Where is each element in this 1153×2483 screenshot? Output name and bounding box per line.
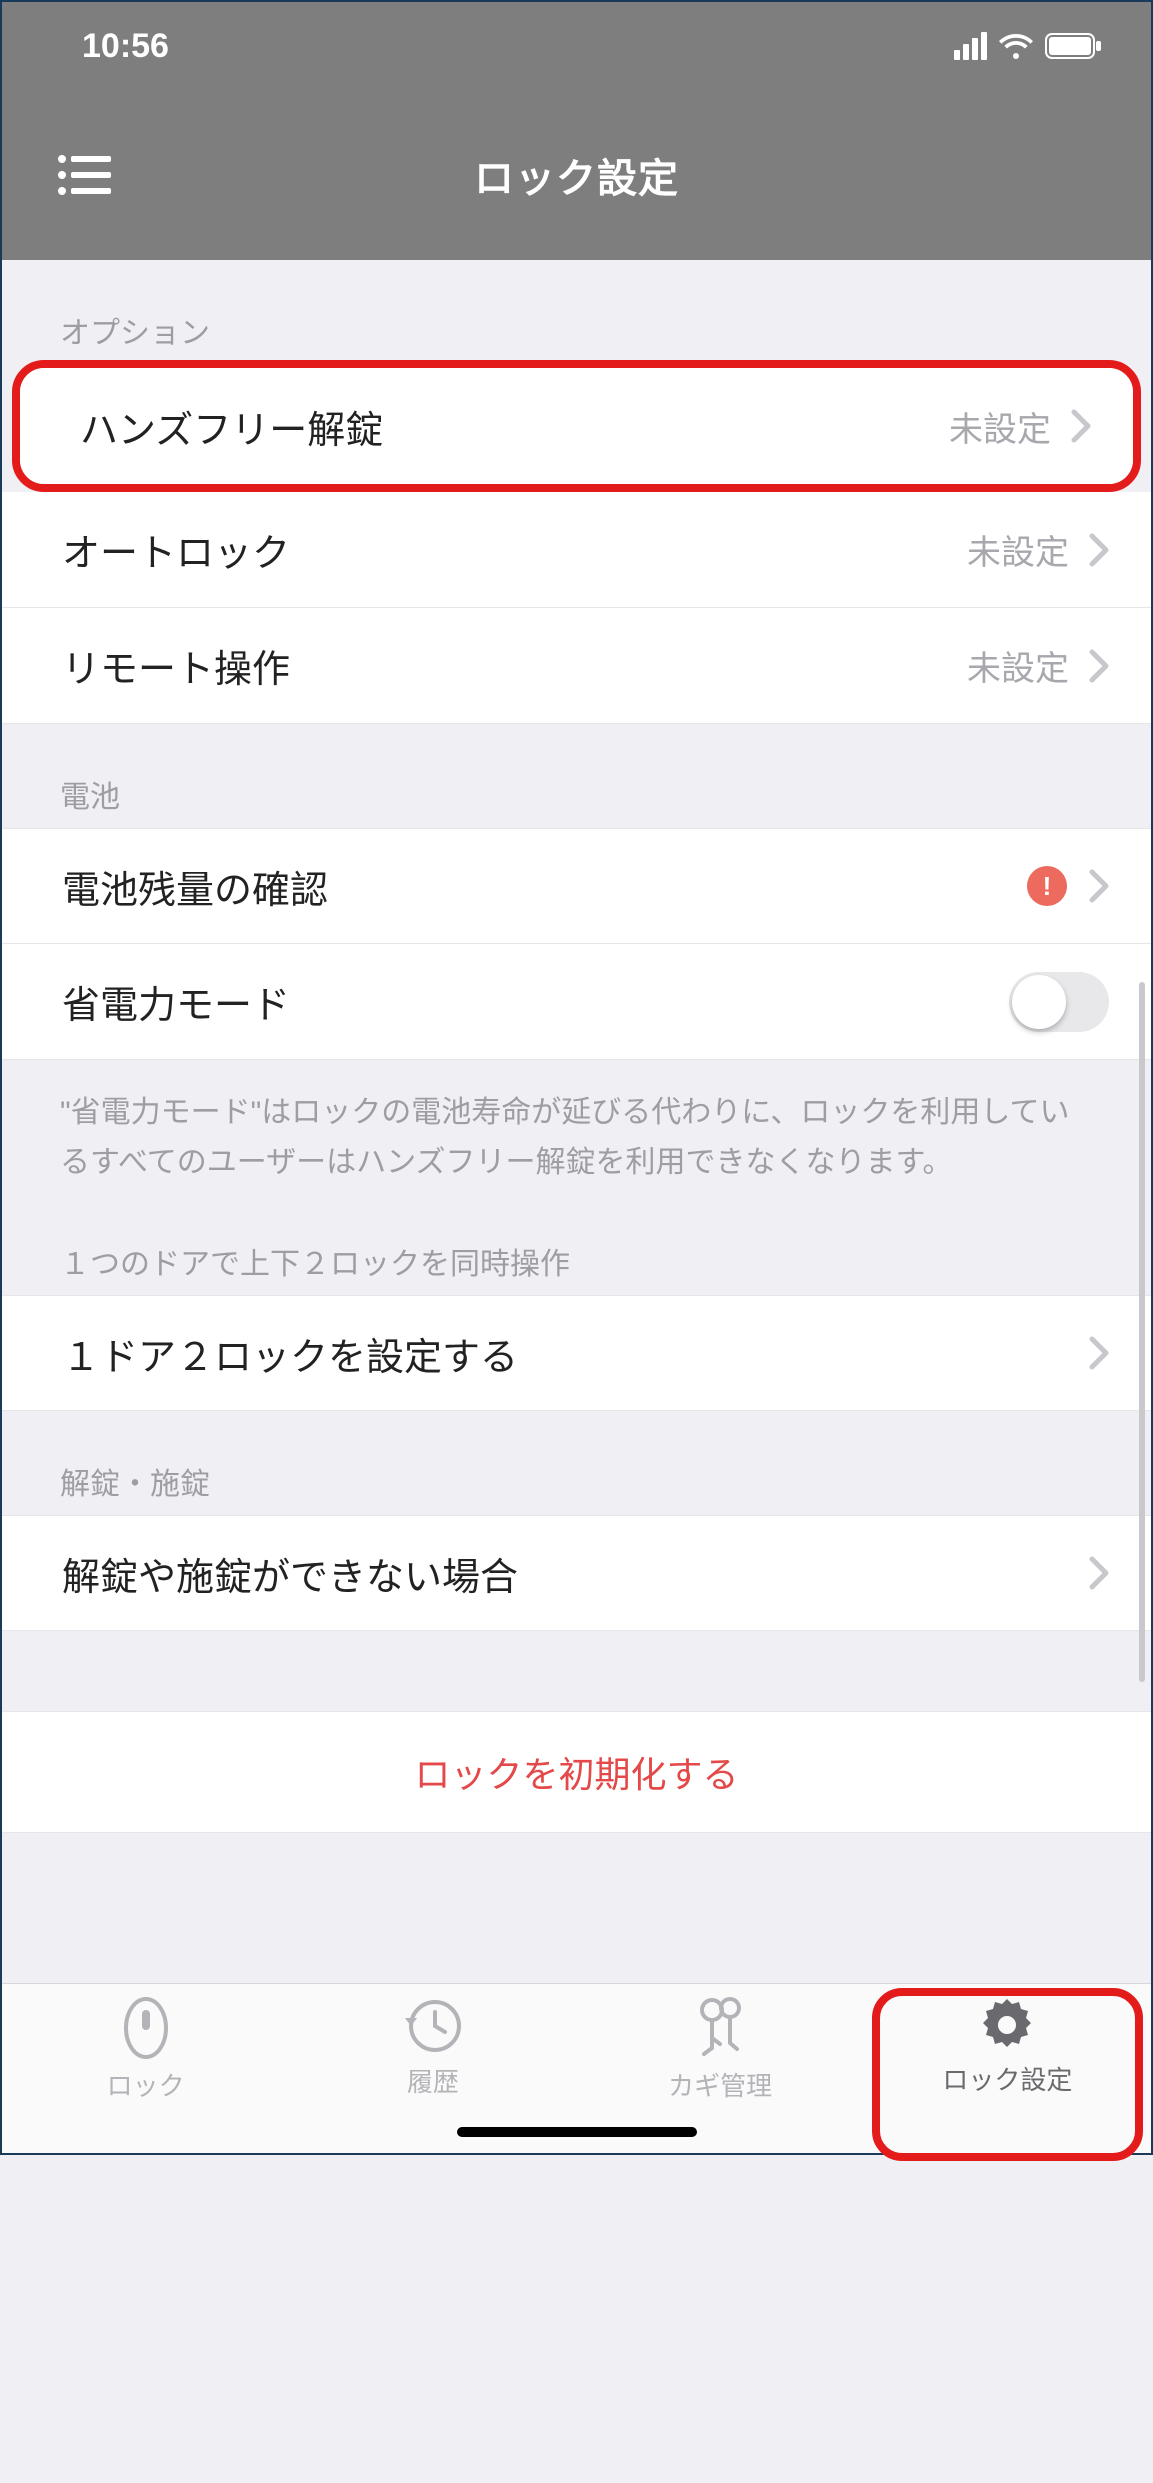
row-autolock[interactable]: オートロック 未設定 — [2, 492, 1151, 608]
row-dual-lock[interactable]: １ドア２ロックを設定する — [2, 1295, 1151, 1411]
eco-mode-toggle[interactable] — [1009, 972, 1109, 1032]
content: オプション ハンズフリー解錠 未設定 オートロック 未設定 リモート操作 未設定 — [2, 260, 1151, 1983]
dual-group: １ドア２ロックを設定する — [2, 1295, 1151, 1411]
tab-label: ロック設定 — [942, 2060, 1072, 2097]
row-remote-operation[interactable]: リモート操作 未設定 — [2, 608, 1151, 724]
operate-group: 解錠や施錠ができない場合 — [2, 1515, 1151, 1631]
highlight-handsfree: ハンズフリー解錠 未設定 — [12, 360, 1141, 492]
toggle-knob — [1012, 975, 1066, 1029]
row-label: ハンズフリー解錠 — [80, 399, 949, 454]
tab-lock-settings[interactable]: ロック設定 — [864, 1996, 1151, 2153]
keys-icon — [692, 1996, 748, 2060]
history-icon — [403, 1996, 463, 2056]
chevron-right-icon — [1089, 869, 1109, 903]
tab-label: 履歴 — [407, 2062, 459, 2099]
row-eco-mode: 省電力モード — [2, 944, 1151, 1060]
row-value: 未設定 — [967, 525, 1069, 574]
home-indicator[interactable] — [457, 2127, 697, 2137]
cellular-icon — [954, 32, 987, 60]
row-troubleshoot[interactable]: 解錠や施錠ができない場合 — [2, 1515, 1151, 1631]
row-value: 未設定 — [967, 641, 1069, 690]
wifi-icon — [999, 33, 1033, 59]
chevron-right-icon — [1089, 533, 1109, 567]
tab-label: カギ管理 — [668, 2066, 772, 2103]
status-bar: 10:56 — [2, 2, 1151, 90]
tab-label: ロック — [107, 2066, 185, 2103]
battery-group: 電池残量の確認 ! 省電力モード — [2, 828, 1151, 1060]
row-label: リモート操作 — [62, 638, 967, 693]
chevron-right-icon — [1089, 1336, 1109, 1370]
page-title: ロック設定 — [2, 146, 1151, 204]
reset-lock-button[interactable]: ロックを初期化する — [2, 1711, 1151, 1833]
options-group: ハンズフリー解錠 未設定 オートロック 未設定 リモート操作 未設定 — [2, 360, 1151, 724]
row-battery-check[interactable]: 電池残量の確認 ! — [2, 828, 1151, 944]
chevron-right-icon — [1089, 1556, 1109, 1590]
nav-header: ロック設定 — [2, 90, 1151, 260]
chevron-right-icon — [1071, 409, 1091, 443]
chevron-right-icon — [1089, 649, 1109, 683]
section-label-options: オプション — [2, 260, 1151, 364]
scrollbar[interactable] — [1139, 982, 1145, 1682]
row-value: 未設定 — [949, 402, 1051, 451]
row-label: 電池残量の確認 — [62, 859, 1027, 914]
spacer — [2, 1833, 1151, 1983]
section-label-dual: １つのドアで上下２ロックを同時操作 — [2, 1197, 1151, 1295]
row-label: １ドア２ロックを設定する — [62, 1326, 1089, 1381]
row-label: オートロック — [62, 522, 967, 577]
tab-lock[interactable]: ロック — [2, 1996, 289, 2153]
status-time: 10:56 — [82, 27, 169, 66]
row-handsfree-unlock[interactable]: ハンズフリー解錠 未設定 — [20, 368, 1133, 484]
gear-icon — [978, 1996, 1036, 2054]
menu-icon[interactable] — [57, 154, 111, 196]
section-label-battery: 電池 — [2, 724, 1151, 828]
row-label: 解錠や施錠ができない場合 — [62, 1546, 1089, 1601]
alert-icon: ! — [1027, 866, 1067, 906]
battery-icon — [1045, 33, 1103, 59]
section-label-operate: 解錠・施錠 — [2, 1411, 1151, 1515]
lock-oval-icon — [121, 1996, 171, 2060]
status-indicators — [954, 32, 1103, 60]
eco-mode-note: "省電力モード"はロックの電池寿命が延びる代わりに、ロックを利用しているすべての… — [2, 1060, 1151, 1197]
row-label: 省電力モード — [62, 974, 1009, 1029]
